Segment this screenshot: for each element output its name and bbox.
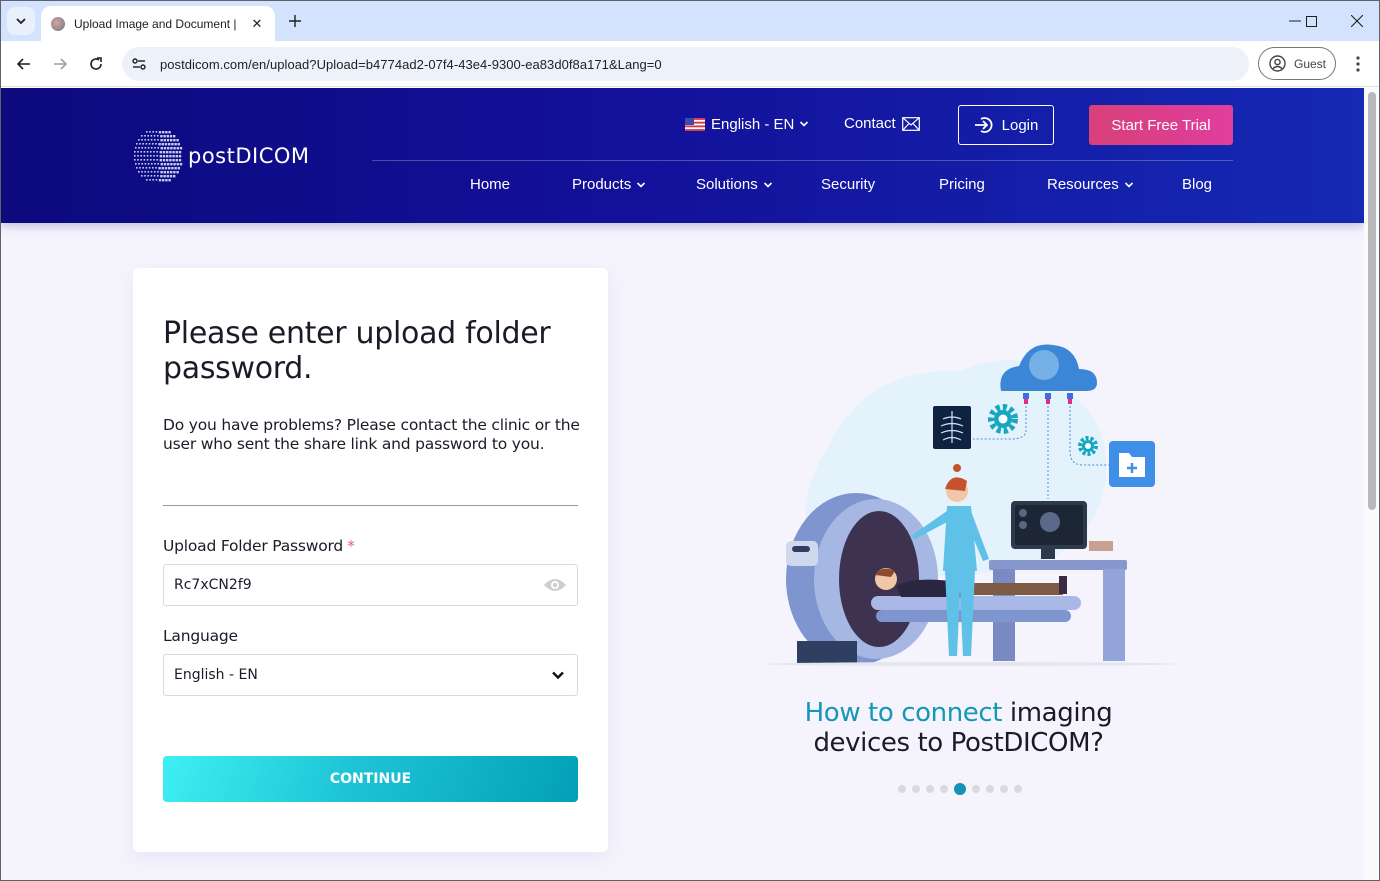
browser-toolbar: postdicom.com/en/upload?Upload=b4774ad2-… xyxy=(1,41,1379,87)
tab-title: Upload Image and Document | xyxy=(74,16,237,31)
scrollbar-thumb[interactable] xyxy=(1368,92,1376,510)
carousel-dot[interactable] xyxy=(912,785,920,793)
envelope-icon xyxy=(901,116,920,131)
mri-scanner xyxy=(786,493,938,665)
sign-in-icon xyxy=(974,117,993,133)
language-select[interactable]: English - EN xyxy=(163,654,578,696)
carousel-dot[interactable] xyxy=(926,785,934,793)
password-label: Upload Folder Password * xyxy=(163,537,355,555)
carousel-dot[interactable] xyxy=(898,785,906,793)
new-tab-button[interactable] xyxy=(283,9,307,33)
upload-password-card: Please enter upload folder password. Do … xyxy=(133,268,608,852)
tab-strip: Upload Image and Document | ✕ xyxy=(1,1,1379,41)
nav-item-products[interactable]: Products xyxy=(572,176,646,193)
browser-window: Upload Image and Document | ✕ postdicom.… xyxy=(0,0,1380,881)
site-header: postDICOM English - EN Contact Login Sta… xyxy=(1,88,1364,223)
password-input[interactable]: Rc7xCN2f9 xyxy=(163,564,578,606)
site-info-button[interactable] xyxy=(126,51,152,77)
desk xyxy=(989,560,1127,570)
carousel-dot[interactable] xyxy=(954,783,966,795)
nav-item-resources[interactable]: Resources xyxy=(1047,176,1134,193)
trial-label: Start Free Trial xyxy=(1111,116,1211,134)
main-nav: Home Products Solutions Security Pricing… xyxy=(1,176,1364,198)
chevron-down-icon xyxy=(637,181,646,188)
favicon-icon xyxy=(51,16,65,31)
medical-folder-icon xyxy=(1109,441,1155,487)
continue-label: CONTINUE xyxy=(329,771,412,787)
chevron-down-icon xyxy=(1124,181,1133,188)
language-field-label: Language xyxy=(163,627,238,645)
nav-item-blog[interactable]: Blog xyxy=(1182,176,1212,193)
chevron-down-icon xyxy=(16,18,26,25)
start-free-trial-button[interactable]: Start Free Trial xyxy=(1089,105,1233,145)
maximize-icon xyxy=(1305,15,1317,27)
caption-highlight: How to connect xyxy=(804,698,1003,728)
nav-item-home[interactable]: Home xyxy=(470,176,510,193)
reload-button[interactable] xyxy=(82,50,110,78)
required-marker: * xyxy=(347,537,355,555)
carousel-dot[interactable] xyxy=(972,785,980,793)
close-icon xyxy=(1351,15,1363,27)
close-window-button[interactable] xyxy=(1334,7,1379,35)
header-divider xyxy=(372,160,1233,161)
arrow-left-icon xyxy=(17,58,30,70)
promo-caption: How to connect imaging devices to PostDI… xyxy=(761,698,1156,758)
nav-item-solutions[interactable]: Solutions xyxy=(696,176,773,193)
browser-menu-button[interactable] xyxy=(1346,51,1370,77)
forward-button[interactable] xyxy=(46,50,74,78)
address-bar[interactable]: postdicom.com/en/upload?Upload=b4774ad2-… xyxy=(122,47,1249,81)
page-scrollbar[interactable] xyxy=(1364,88,1379,880)
profile-button[interactable]: Guest xyxy=(1258,47,1336,80)
profile-label: Guest xyxy=(1294,56,1327,71)
carousel-dot[interactable] xyxy=(1000,785,1008,793)
scanner-bed xyxy=(871,596,1081,610)
arrow-right-icon xyxy=(54,58,67,70)
eye-icon[interactable] xyxy=(543,577,567,593)
nav-item-pricing[interactable]: Pricing xyxy=(939,176,985,193)
more-vertical-icon xyxy=(1356,56,1360,72)
nav-item-security[interactable]: Security xyxy=(821,176,875,193)
language-selector[interactable]: English - EN xyxy=(685,104,809,144)
carousel-dot[interactable] xyxy=(1014,785,1022,793)
page-viewport: postDICOM English - EN Contact Login Sta… xyxy=(1,88,1364,880)
language-label: English - EN xyxy=(711,115,795,133)
chevron-down-icon xyxy=(800,121,809,127)
chevron-down-icon xyxy=(763,181,772,188)
logo-text: postDICOM xyxy=(188,144,310,168)
url-text: postdicom.com/en/upload?Upload=b4774ad2-… xyxy=(160,56,662,72)
continue-button[interactable]: CONTINUE xyxy=(163,756,578,802)
carousel-dots xyxy=(898,783,1028,795)
chevron-down-icon xyxy=(552,671,564,680)
browser-tab[interactable]: Upload Image and Document | ✕ xyxy=(41,6,275,41)
password-value: Rc7xCN2f9 xyxy=(174,577,252,593)
help-text: Do you have problems? Please contact the… xyxy=(163,416,580,453)
xray-icon xyxy=(933,406,971,449)
maximize-button[interactable] xyxy=(1288,7,1334,35)
tab-search-button[interactable] xyxy=(7,7,35,35)
us-flag-icon xyxy=(685,117,705,131)
carousel-dot[interactable] xyxy=(940,785,948,793)
back-button[interactable] xyxy=(10,50,38,78)
login-button[interactable]: Login xyxy=(958,105,1054,145)
contact-link[interactable]: Contact xyxy=(844,115,920,132)
plus-icon xyxy=(289,15,301,27)
login-label: Login xyxy=(1001,116,1039,134)
tune-icon xyxy=(132,58,146,70)
contact-label: Contact xyxy=(844,115,896,132)
divider xyxy=(163,505,578,506)
account-circle-icon xyxy=(1269,55,1286,72)
reload-icon xyxy=(90,57,102,70)
mri-cloud-illustration xyxy=(766,344,1176,666)
close-tab-icon[interactable]: ✕ xyxy=(247,14,267,34)
page-title: Please enter upload folder password. xyxy=(163,316,551,386)
carousel-dot[interactable] xyxy=(986,785,994,793)
language-select-value: English - EN xyxy=(174,667,258,683)
